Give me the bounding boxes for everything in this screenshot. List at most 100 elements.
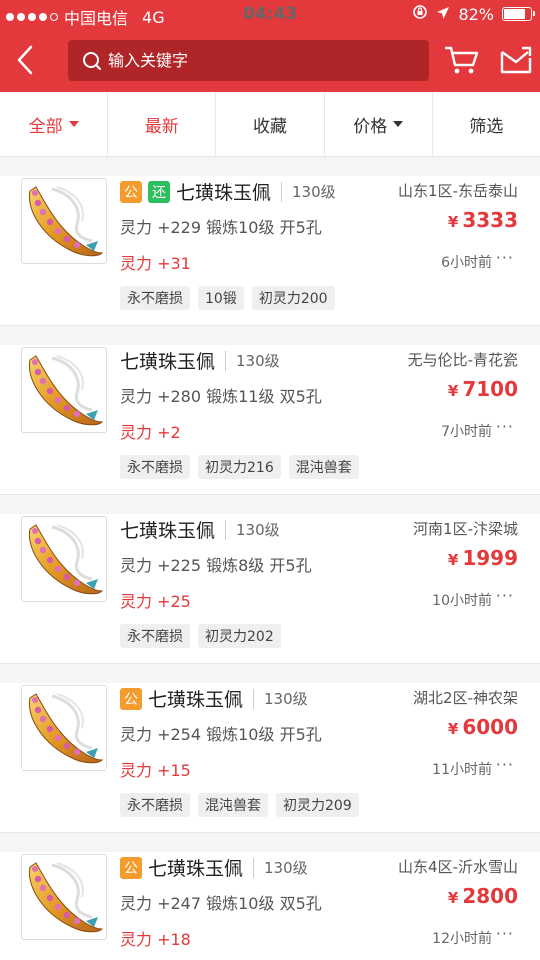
price-value: 6000 (462, 715, 518, 739)
server-name: 河南1区-汴梁城 (413, 520, 518, 538)
listing-item[interactable]: 七璜珠玉佩 130级 河南1区-汴梁城 灵力 +225 锻炼8级 开5孔 ¥1999 灵力… (0, 514, 540, 664)
tag-chip: 永不磨损 (120, 455, 190, 479)
server-name: 湖北2区-神农架 (413, 689, 518, 707)
filter-label: 收藏 (253, 116, 287, 137)
item-price: ¥3333 (448, 208, 518, 232)
more-options-icon[interactable]: ··· (496, 924, 514, 943)
more-options-icon[interactable]: ··· (496, 755, 514, 774)
mail-icon (500, 46, 532, 74)
item-thumbnail (21, 516, 107, 602)
app-header: 中国电信 4G 04:43 82% (0, 0, 540, 92)
listing-time: 11小时前 (432, 762, 492, 778)
item-level: 130级 (236, 352, 280, 370)
divider (225, 519, 227, 540)
tag-chip: 混沌兽套 (288, 455, 359, 479)
cart-icon (445, 46, 479, 74)
item-price: ¥7100 (448, 377, 518, 401)
item-name: 七璜珠玉佩 (148, 858, 244, 880)
item-price: ¥6000 (448, 715, 518, 739)
tag-chip: 初灵力200 (251, 286, 335, 310)
filter-label: 最新 (144, 116, 179, 137)
filter-favorites[interactable]: 收藏 (216, 92, 325, 156)
battery-icon (502, 7, 535, 21)
item-name: 七璜珠玉佩 (148, 689, 244, 711)
more-options-icon[interactable]: ··· (496, 248, 514, 267)
item-level: 130级 (292, 183, 336, 201)
item-price: ¥2800 (448, 884, 518, 908)
listing-time: 6小时前 (441, 255, 492, 271)
server-name: 山东4区-沂水雪山 (398, 858, 518, 876)
filter-all[interactable]: 全部 (0, 92, 109, 156)
rotation-lock-icon (412, 4, 428, 24)
tag-chip: 10锻 (198, 286, 244, 310)
tag-chip: 初灵力202 (198, 624, 281, 648)
server-name: 山东1区-东岳泰山 (398, 182, 518, 200)
divider (225, 350, 227, 371)
listing-item[interactable]: 七璜珠玉佩 130级 无与伦比-青花瓷 灵力 +280 锻炼11级 双5孔 ¥7100 灵… (0, 345, 540, 495)
tag-list: 永不磨损 混沌兽套 初灵力209 (120, 793, 359, 817)
item-level: 130级 (264, 859, 308, 877)
item-stats: 灵力 +280 锻炼11级 双5孔 (120, 387, 322, 406)
messages-button[interactable] (498, 42, 534, 78)
item-stats: 灵力 +247 锻炼10级 双5孔 (120, 894, 322, 913)
currency-symbol: ¥ (447, 382, 459, 400)
filter-screen[interactable]: 筛选 (433, 92, 540, 156)
cart-button[interactable] (444, 42, 480, 78)
item-level: 130级 (236, 521, 280, 539)
item-name: 七璜珠玉佩 (176, 182, 272, 204)
public-badge: 公 (120, 856, 142, 879)
tag-chip: 混沌兽套 (198, 793, 268, 817)
listing-time: 7小时前 (441, 424, 492, 440)
filter-label: 全部 (28, 116, 63, 137)
back-button[interactable] (8, 42, 42, 78)
item-stats: 灵力 +254 锻炼10级 开5孔 (120, 725, 322, 744)
return-badge: 还 (148, 180, 170, 203)
divider (253, 688, 255, 709)
caret-down-icon (68, 121, 79, 127)
tag-list: 永不磨损 初灵力216 混沌兽套 (120, 455, 359, 479)
divider (281, 181, 283, 202)
price-value: 2800 (462, 884, 518, 908)
tag-list: 永不磨损 初灵力202 (120, 624, 281, 648)
item-thumbnail (21, 178, 107, 264)
currency-symbol: ¥ (447, 551, 459, 569)
search-icon (83, 51, 101, 70)
listing-time: 12小时前 (432, 931, 492, 947)
currency-symbol: ¥ (447, 720, 459, 738)
tag-chip: 永不磨损 (120, 624, 190, 648)
price-value: 3333 (462, 208, 518, 232)
more-options-icon[interactable]: ··· (496, 586, 514, 605)
public-badge: 公 (120, 687, 142, 710)
item-price: ¥1999 (448, 546, 518, 570)
divider (253, 857, 255, 878)
currency-symbol: ¥ (447, 889, 459, 907)
price-value: 7100 (462, 377, 518, 401)
bonus-stat: 灵力 +15 (120, 761, 191, 780)
item-thumbnail (21, 347, 107, 433)
filter-newest[interactable]: 最新 (108, 92, 217, 156)
item-stats: 灵力 +225 锻炼8级 开5孔 (120, 556, 312, 575)
filter-label: 筛选 (469, 116, 504, 137)
bonus-stat: 灵力 +2 (120, 423, 181, 442)
item-stats: 灵力 +229 锻炼10级 开5孔 (120, 218, 322, 237)
item-level: 130级 (264, 690, 308, 708)
tag-chip: 永不磨损 (120, 793, 190, 817)
filter-bar: 全部 最新 收藏 价格 筛选 (0, 92, 540, 157)
server-name: 无与伦比-青花瓷 (407, 351, 518, 369)
listing-item[interactable]: 公七璜珠玉佩 130级 山东4区-沂水雪山灵力 +247 锻炼10级 双5孔 ¥280… (0, 852, 540, 960)
search-bar[interactable] (68, 40, 429, 81)
filter-price[interactable]: 价格 (325, 92, 433, 156)
tag-chip: 永不磨损 (120, 286, 190, 310)
tag-chip: 初灵力209 (276, 793, 359, 817)
status-bar: 中国电信 4G 04:43 82% (0, 0, 540, 30)
chevron-left-icon (17, 45, 33, 75)
search-input[interactable] (108, 51, 408, 70)
tag-chip: 初灵力216 (198, 455, 281, 479)
currency-symbol: ¥ (447, 213, 459, 231)
listing-item[interactable]: 公七璜珠玉佩 130级 湖北2区-神农架灵力 +254 锻炼10级 开5孔 ¥6000… (0, 683, 540, 833)
listing-item[interactable]: 公还七璜珠玉佩 130级 山东1区-东岳泰山 灵力 +229 锻炼10级 开5孔 ¥33… (0, 176, 540, 326)
price-value: 1999 (462, 546, 518, 570)
more-options-icon[interactable]: ··· (496, 417, 514, 436)
bonus-stat: 灵力 +31 (120, 254, 191, 273)
item-name: 七璜珠玉佩 (120, 520, 216, 542)
